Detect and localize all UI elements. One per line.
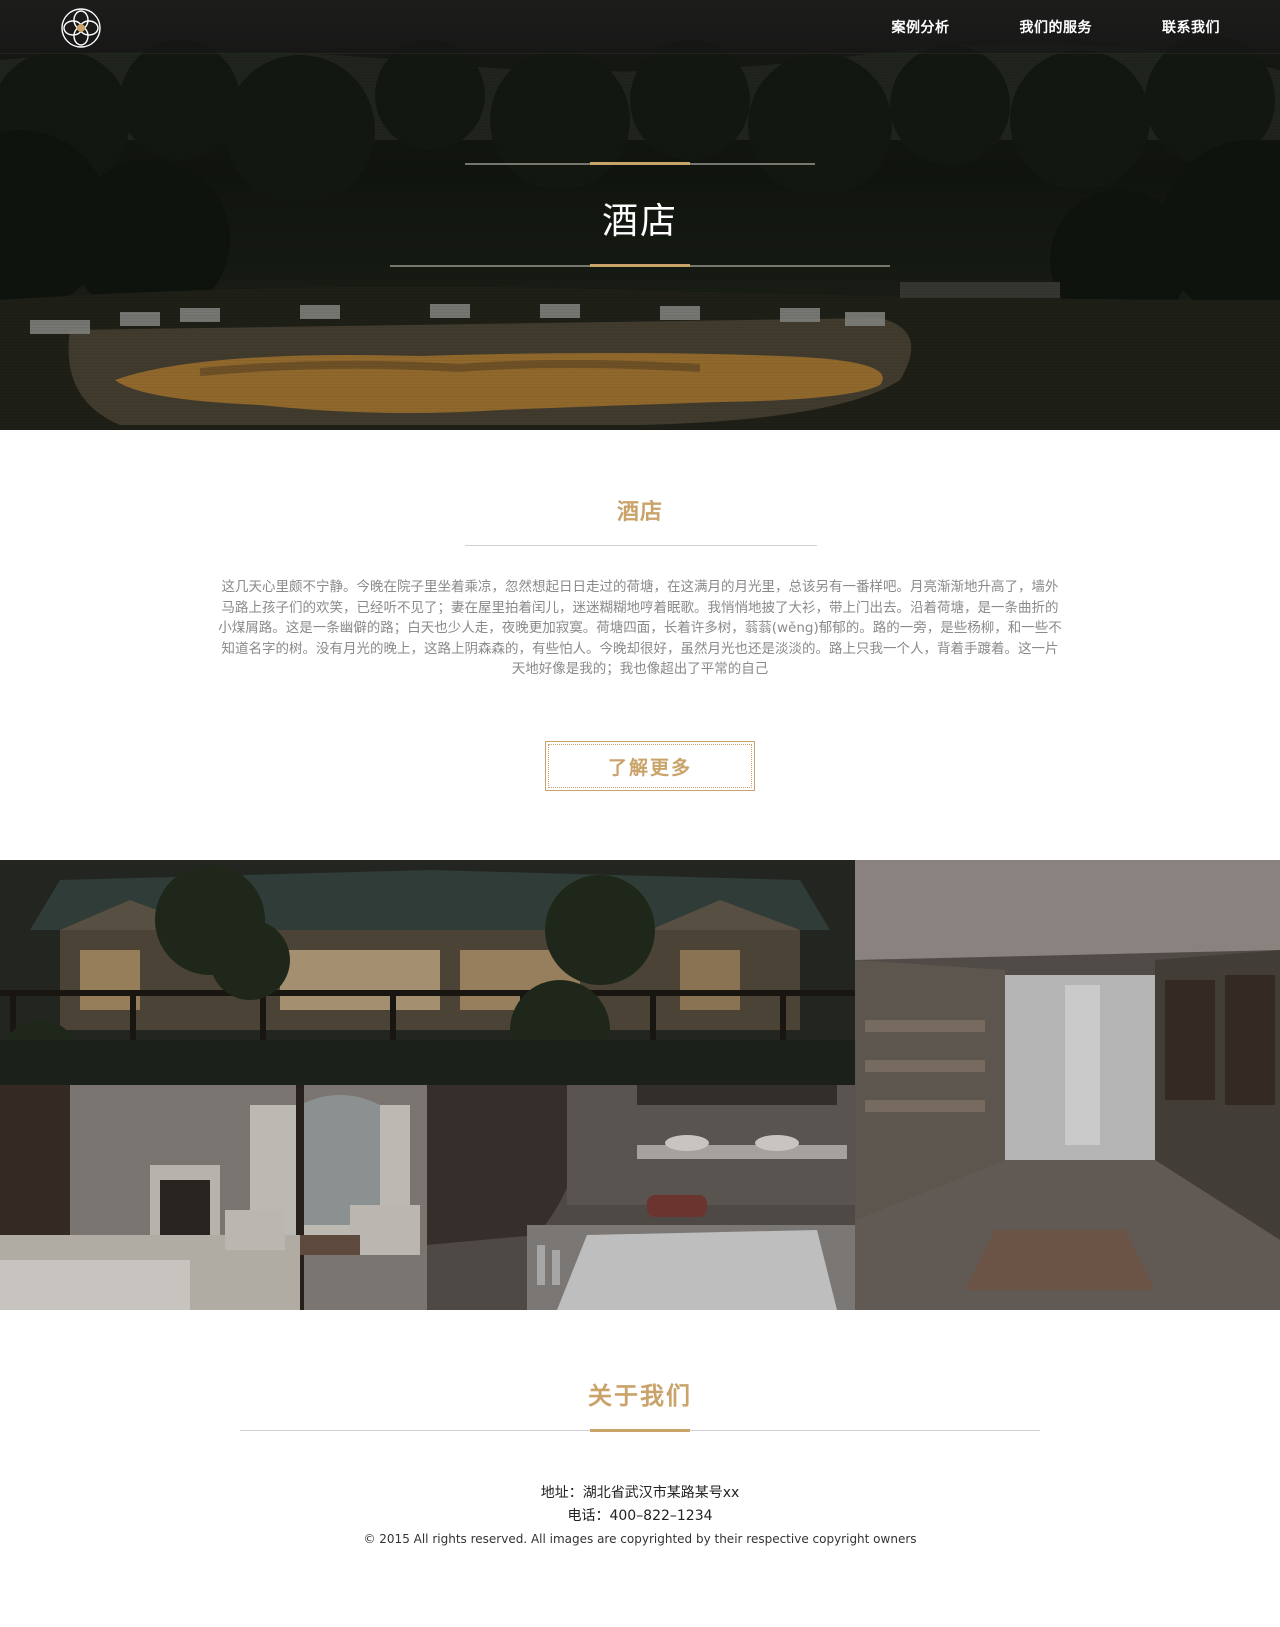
hero-top-accent: [590, 162, 690, 165]
safari-tent-lodge-image: [0, 860, 855, 1085]
nav-item-case-analysis[interactable]: 案例分析: [892, 17, 950, 37]
nav-item-contact-us[interactable]: 联系我们: [1162, 17, 1220, 37]
nav-item-our-services[interactable]: 我们的服务: [1020, 17, 1093, 37]
nav-links: 案例分析 我们的服务 联系我们: [892, 0, 1221, 54]
gallery-tile-corridor[interactable]: [855, 860, 1280, 1310]
intro-divider: [465, 545, 817, 546]
stone-corridor-shop-image: [855, 860, 1280, 1310]
top-navbar: 案例分析 我们的服务 联系我们: [0, 0, 1280, 54]
four-poster-bedroom-image: [0, 1085, 427, 1310]
gallery-tile-bathroom[interactable]: [427, 1085, 855, 1310]
learn-more-button[interactable]: 了解更多: [545, 741, 755, 791]
lotus-logo-icon[interactable]: [60, 7, 102, 49]
photo-gallery: [0, 860, 1280, 1310]
gallery-tile-lodge[interactable]: [0, 860, 855, 1085]
about-title: 关于我们: [588, 1382, 692, 1410]
hero-title: 酒店: [601, 201, 678, 242]
about-accent-bar: [590, 1429, 690, 1432]
hero-banner: 案例分析 我们的服务 联系我们 酒店: [0, 0, 1280, 430]
intro-title: 酒店: [616, 500, 663, 525]
hero-bottom-accent: [590, 264, 690, 267]
footer-address: 地址：湖北省武汉市某路某号xx: [540, 1485, 740, 1501]
intro-paragraph: 这几天心里颇不宁静。今晚在院子里坐着乘凉，忽然想起日日走过的荷塘，在这满月的月光…: [218, 579, 1062, 677]
footer-phone: 电话：400–822–1234: [567, 1508, 713, 1524]
gallery-tile-bedroom[interactable]: [0, 1085, 427, 1310]
footer-copyright: © 2015 All rights reserved. All images a…: [363, 1532, 917, 1546]
stone-bathroom-image: [427, 1085, 855, 1310]
